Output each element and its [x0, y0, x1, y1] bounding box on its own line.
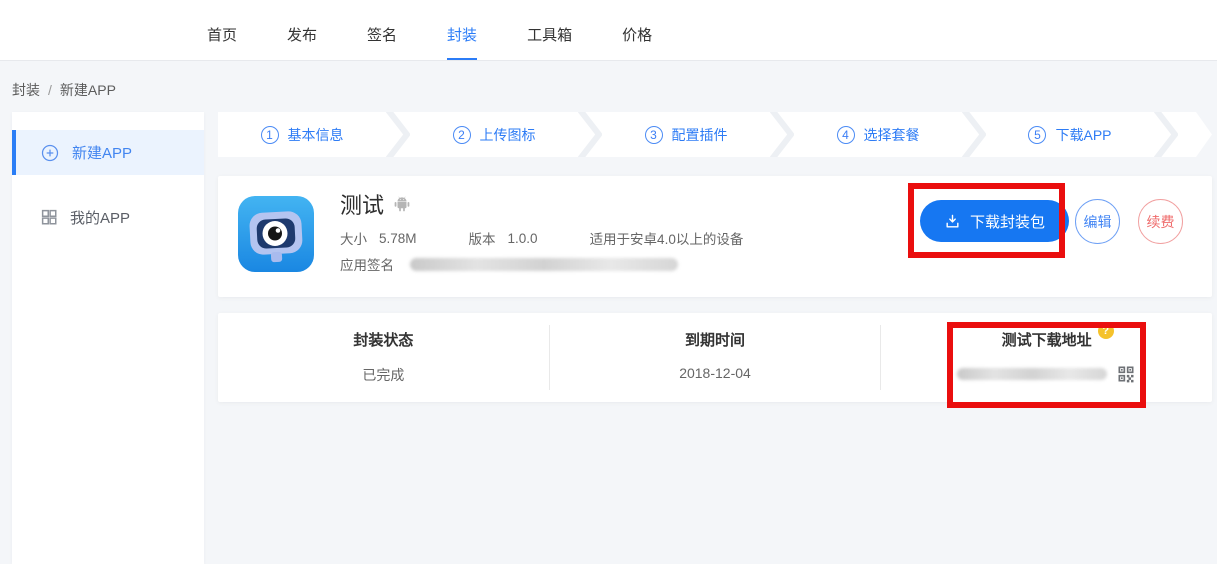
step-number: 3 — [645, 126, 663, 144]
nav-item-signature[interactable]: 签名 — [367, 24, 397, 60]
breadcrumb: 封装 / 新建APP — [12, 80, 116, 100]
renew-button[interactable]: 续费 — [1138, 199, 1183, 244]
step-label: 上传图标 — [480, 125, 536, 145]
edit-button-label: 编辑 — [1084, 212, 1112, 232]
nav-item-pricing[interactable]: 价格 — [622, 24, 652, 60]
wizard-step-configure-plugins[interactable]: 3 配置插件 — [602, 125, 770, 145]
edit-button[interactable]: 编辑 — [1075, 199, 1120, 244]
sidebar-item-my-app[interactable]: 我的APP — [12, 201, 204, 233]
step-wizard: 1 基本信息 2 上传图标 3 配置插件 4 选择套餐 5 下载APP — [218, 112, 1212, 157]
breadcrumb-root[interactable]: 封装 — [12, 82, 40, 98]
android-icon — [393, 195, 411, 213]
breadcrumb-separator: / — [48, 82, 52, 98]
top-navigation: 首页 发布 签名 封装 工具箱 价格 — [0, 0, 1217, 61]
wizard-step-select-plan[interactable]: 4 选择套餐 — [794, 125, 962, 145]
app-title-row: 测试 — [340, 188, 411, 220]
info-col-expiry: 到期时间 2018-12-04 — [550, 313, 881, 402]
app-name: 测试 — [340, 188, 384, 220]
step-number: 1 — [261, 126, 279, 144]
wizard-step-basic-info[interactable]: 1 基本信息 — [218, 125, 386, 145]
version-value: 1.0.0 — [508, 231, 538, 246]
status-value: 已完成 — [218, 365, 549, 385]
test-download-url-label: 测试下载地址 — [1002, 332, 1092, 349]
chevron-right-icon — [1154, 112, 1178, 157]
size-value: 5.78M — [379, 231, 417, 246]
step-label: 配置插件 — [672, 125, 728, 145]
nav-item-home[interactable]: 首页 — [207, 24, 237, 60]
app-icon — [238, 196, 314, 272]
compat-text: 适用于安卓4.0以上的设备 — [590, 228, 744, 248]
download-icon — [944, 213, 961, 230]
signature-redacted-value — [410, 258, 678, 271]
step-number: 5 — [1028, 126, 1046, 144]
sidebar-item-new-app[interactable]: 新建APP — [12, 130, 204, 175]
url-redacted-value — [957, 368, 1107, 380]
size-label: 大小 — [340, 228, 367, 248]
question-icon[interactable]: ? — [1098, 323, 1114, 339]
step-label: 基本信息 — [288, 125, 344, 145]
package-info-panel: 封装状态 已完成 到期时间 2018-12-04 测试下载地址 ? — [218, 313, 1212, 402]
expiry-value: 2018-12-04 — [550, 365, 881, 381]
version-label: 版本 — [469, 228, 496, 248]
app-signature-row: 应用签名 — [340, 254, 678, 274]
app-card: 测试 大小 5.78M 版本 1.0.0 适用于安卓4.0以上的设备 应用签名 … — [218, 176, 1212, 297]
chevron-right-icon — [578, 112, 602, 157]
download-button-label: 下载封装包 — [970, 211, 1045, 232]
status-header: 封装状态 — [353, 329, 413, 350]
test-download-url — [881, 364, 1212, 384]
chevron-right-icon — [770, 112, 794, 157]
step-label: 选择套餐 — [864, 125, 920, 145]
app-meta-row: 大小 5.78M 版本 1.0.0 适用于安卓4.0以上的设备 — [340, 228, 743, 248]
signature-label: 应用签名 — [340, 254, 394, 274]
qr-code-icon[interactable] — [1116, 364, 1136, 384]
download-package-button[interactable]: 下载封装包 — [920, 200, 1069, 242]
renew-button-label: 续费 — [1147, 212, 1175, 232]
expiry-header: 到期时间 — [685, 329, 745, 350]
chevron-right-icon — [962, 112, 986, 157]
sidebar: 新建APP 我的APP — [12, 112, 204, 564]
step-number: 2 — [453, 126, 471, 144]
info-col-test-url: 测试下载地址 ? — [881, 313, 1212, 402]
step-label: 下载APP — [1055, 125, 1111, 145]
step-number: 4 — [837, 126, 855, 144]
nav-item-toolbox[interactable]: 工具箱 — [527, 24, 572, 60]
test-download-url-header: 测试下载地址 ? — [1002, 329, 1092, 350]
breadcrumb-current: 新建APP — [60, 82, 116, 98]
nav-item-publish[interactable]: 发布 — [287, 24, 317, 60]
sidebar-item-label: 我的APP — [70, 207, 130, 228]
grid-icon — [40, 208, 58, 226]
plus-circle-icon — [40, 143, 60, 163]
wizard-step-download-app[interactable]: 5 下载APP — [986, 125, 1154, 145]
sidebar-item-label: 新建APP — [72, 142, 132, 163]
nav-item-package[interactable]: 封装 — [447, 24, 477, 60]
chevron-right-icon — [386, 112, 410, 157]
wizard-step-upload-icon[interactable]: 2 上传图标 — [410, 125, 578, 145]
info-col-status: 封装状态 已完成 — [218, 313, 549, 402]
